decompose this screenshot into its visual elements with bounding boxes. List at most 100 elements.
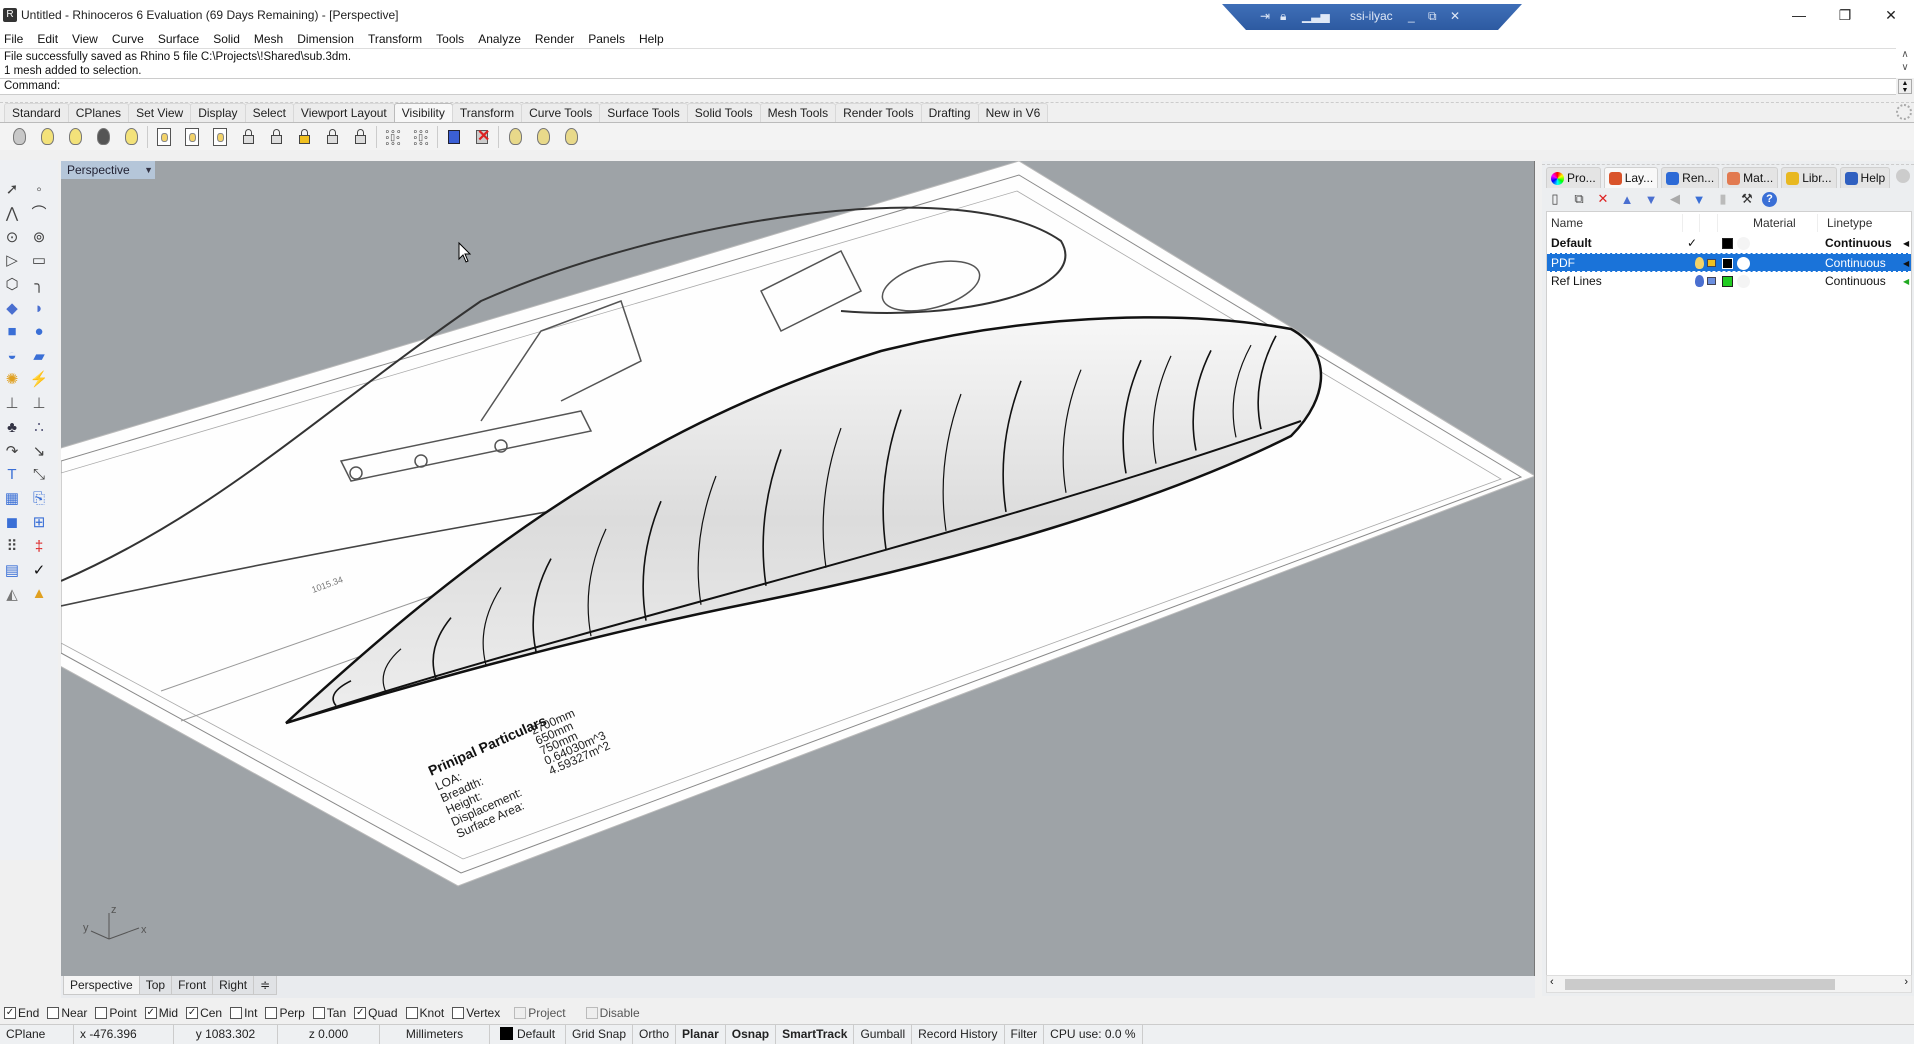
remote-close-button[interactable]: ✕ [1450,9,1460,23]
toggle-smarttrack[interactable]: SmartTrack [776,1025,855,1044]
show-points-icon[interactable]: ∘∘∘ ∘▯∘ ∘∘∘ [410,126,432,148]
osnap-mid[interactable]: ✓ Mid [144,1006,178,1020]
osnap-quad[interactable]: ✓ Quad [354,1006,398,1020]
scroll-left-icon[interactable]: ‹ [1550,976,1554,988]
move-out-icon[interactable]: ◀ [1666,190,1684,208]
layers-horizontal-scrollbar[interactable]: ‹ › [1546,975,1912,993]
copy-icon[interactable]: ⎘ [28,487,50,509]
layer-row[interactable]: Default ✓ Continuous ◀ [1547,234,1911,253]
osnap-cen[interactable]: ✓ Cen [186,1006,222,1020]
scroll-up-icon[interactable]: ∧ [1896,48,1914,61]
layer-color-swatch[interactable] [1722,238,1733,249]
show-selected-icon[interactable] [64,126,86,148]
osnap-tan[interactable]: Tan [312,1006,346,1020]
visibility-bulb-icon[interactable] [1695,275,1704,287]
tab-solid-tools[interactable]: Solid Tools [686,103,761,122]
osnap-near[interactable]: Near [47,1006,87,1020]
show-selected-in-detail-icon[interactable] [209,126,231,148]
remote-restore-button[interactable]: ⧉ [1428,9,1437,24]
viewport-title[interactable]: Perspective ▼ [61,161,155,179]
current-layer-check-icon[interactable]: ✓ [1687,234,1697,253]
col-linetype[interactable]: Linetype [1827,216,1872,230]
panel-tab-materials[interactable]: Mat... [1722,167,1779,188]
lock-icon[interactable] [237,126,259,148]
minimize-button[interactable]: — [1776,0,1822,30]
clipboard-icon[interactable]: ▮ [1714,190,1732,208]
hide-swap-icon[interactable] [92,126,114,148]
menu-surface[interactable]: Surface [158,32,199,46]
point-icon[interactable]: ◦ [28,178,50,200]
osnap-disable[interactable]: Disable [585,1006,640,1020]
osnap-int[interactable]: Int [230,1006,257,1020]
box-icon[interactable]: ■ [1,321,23,343]
tab-render-tools[interactable]: Render Tools [835,103,922,122]
menu-solid[interactable]: Solid [213,32,240,46]
unlock-icon[interactable] [1707,259,1716,267]
menu-help[interactable]: Help [639,32,664,46]
osnap-knot[interactable]: Knot [405,1006,444,1020]
polygon-icon[interactable]: ▷ [1,249,23,271]
osnap-checkbox[interactable] [312,1007,325,1019]
viewport-perspective[interactable]: 1015.34 Prinipal Particulars LOA: 2700mm B… [61,161,1535,976]
tab-visibility[interactable]: Visibility [393,103,453,122]
viewport-tab-perspective[interactable]: Perspective [63,976,140,995]
sweep-surface-icon[interactable]: ◗ [28,297,50,319]
ellipse-icon[interactable]: ⊚ [28,226,50,248]
tab-display[interactable]: Display [190,103,246,122]
panel-gear-icon[interactable] [1896,169,1910,183]
rotate-icon[interactable]: ↷ [1,440,23,462]
osnap-checkbox[interactable]: ✓ [186,1007,199,1019]
tab-mesh-tools[interactable]: Mesh Tools [759,103,837,122]
polyline-icon[interactable]: ⋀ [1,202,23,224]
scroll-down-icon[interactable]: ∨ [1896,61,1914,74]
col-name[interactable]: Name [1551,216,1583,230]
layer-linetype[interactable]: Continuous [1825,272,1886,291]
panel-tab-libraries[interactable]: Libr... [1781,167,1837,188]
mesh-icon[interactable]: ▰ [28,345,50,367]
col-material[interactable]: Material [1753,216,1796,230]
tools-icon[interactable]: ⚒ [1738,190,1756,208]
history-scroll[interactable]: ∧ ∨ [1896,48,1914,78]
show-all-layers-icon[interactable] [560,126,582,148]
osnap-checkbox[interactable] [265,1007,278,1019]
viewport-canvas[interactable]: 1015.34 Prinipal Particulars LOA:2700mmB… [61,161,1535,976]
filter-icon[interactable]: ▼ [1690,190,1708,208]
tab-transform[interactable]: Transform [451,103,523,122]
menu-tools[interactable]: Tools [436,32,464,46]
menu-curve[interactable]: Curve [112,32,144,46]
hide-in-detail-icon[interactable] [153,126,175,148]
tab-select[interactable]: Select [244,103,294,122]
menu-render[interactable]: Render [535,32,574,46]
osnap-project[interactable]: Project [514,1006,566,1020]
viewport-tabs-more-icon[interactable]: ≑ [253,976,278,995]
move-icon[interactable]: ⤡ [28,464,50,486]
tab-viewport-layout[interactable]: Viewport Layout [292,103,395,122]
scale-icon[interactable]: ↘ [28,440,50,462]
remote-session-bar[interactable]: ⇥ 🔒︎ ▁▃▅ ssi-ilyac _ ⧉ ✕ [1222,4,1522,30]
toggle-filter[interactable]: Filter [1005,1025,1045,1044]
osnap-checkbox[interactable] [452,1007,465,1019]
dimension-icon[interactable]: ⊞ [28,511,50,533]
osnap-checkbox[interactable]: ✓ [144,1007,157,1019]
viewport-tab-top[interactable]: Top [138,976,173,995]
cplane-label[interactable]: CPlane [0,1025,74,1044]
tab-drafting[interactable]: Drafting [920,103,979,122]
swap-hidden-icon[interactable] [120,126,142,148]
boolean-union-icon[interactable]: ● [28,321,50,343]
split-icon[interactable]: ⊥ [1,392,23,414]
show-in-viewport-icon[interactable]: ✕ [471,126,493,148]
restore-button[interactable]: ❐ [1822,0,1868,30]
units[interactable]: Millimeters [380,1025,490,1044]
pin-icon[interactable]: ⇥ [1260,9,1270,23]
layer-material-swatch[interactable] [1737,237,1750,250]
layer-row[interactable]: PDF Continuous ◀ [1547,253,1911,272]
polygon-center-icon[interactable]: ⬡ [1,273,23,295]
menu-edit[interactable]: Edit [37,32,58,46]
tab-cplanes[interactable]: CPlanes [67,103,130,122]
osnap-point[interactable]: Point [95,1006,137,1020]
visibility-bulb-icon[interactable] [1695,257,1704,269]
toggle-gumball[interactable]: Gumball [854,1025,913,1044]
shade-icon[interactable]: ◭ [1,583,23,605]
scroll-thumb[interactable] [1565,979,1835,990]
menu-analyze[interactable]: Analyze [478,32,521,46]
